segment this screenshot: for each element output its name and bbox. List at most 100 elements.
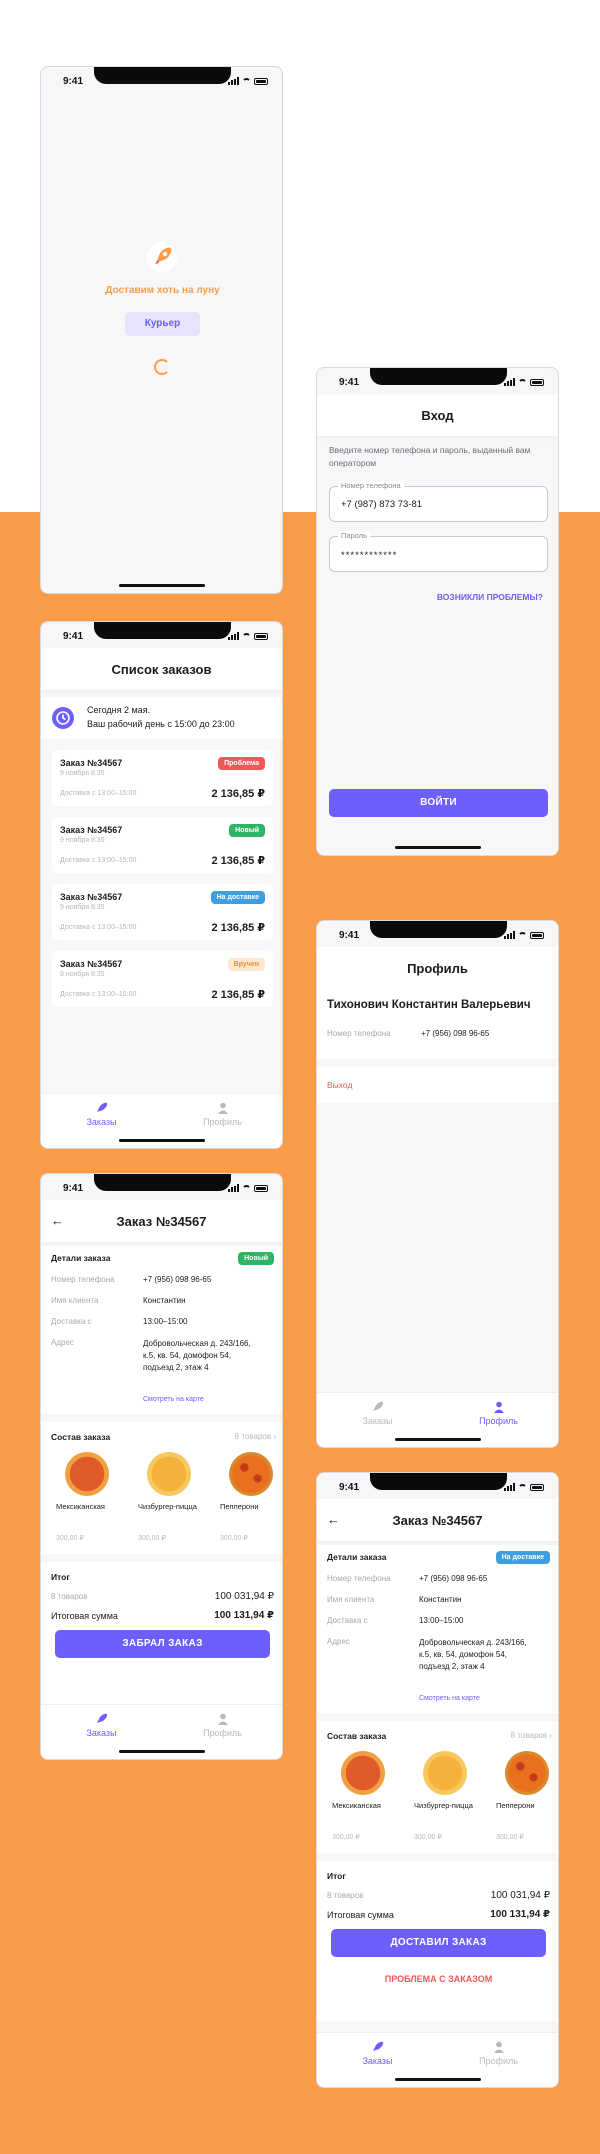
phone-order-detail-delivery: 9:41 ← Заказ №34567 Детали заказа На дос… — [316, 1472, 559, 2088]
client-value: Константин — [419, 1595, 462, 1604]
items-count: 8 товаров — [234, 1432, 272, 1441]
page-title: Вход — [317, 394, 558, 436]
items-count-link[interactable]: 8 товаров › — [511, 1731, 552, 1740]
profile-phone-value: +7 (956) 098 96-65 — [421, 1029, 490, 1038]
tab-orders[interactable]: Заказы — [41, 1102, 162, 1127]
phone-value[interactable]: +7 (956) 098 96-65 — [419, 1574, 487, 1583]
tab-profile[interactable]: Профиль — [438, 2041, 558, 2066]
home-indicator — [394, 846, 481, 849]
subtotal-value: 100 031,94 ₽ — [214, 1591, 274, 1602]
tab-profile[interactable]: Профиль — [438, 1401, 558, 1426]
phone-profile: 9:41 Профиль Тихонович Константин Валерь… — [316, 920, 559, 1448]
order-card[interactable]: Заказ №34567 9 ноября 8:35 Доставка с 13:0… — [52, 951, 273, 1007]
order-price: 2 136,85 ₽ — [211, 922, 265, 934]
phone-order-detail-new: 9:41 ← Заказ №34567 Детали заказа Новый … — [40, 1173, 283, 1760]
back-arrow-icon[interactable]: ← — [51, 1213, 64, 1228]
product-tile[interactable]: Пепперони 300,00 ₽ — [213, 1446, 282, 1550]
order-slot: Доставка с 13:00–15:00 — [60, 857, 137, 864]
delivered-button[interactable]: ДОСТАВИЛ ЗАКАЗ — [331, 1929, 546, 1957]
product-tile[interactable]: Чизбургер-пицца 300,00 ₽ — [131, 1446, 207, 1550]
tab-profile-label: Профиль — [479, 2056, 518, 2066]
details-heading: Детали заказа — [327, 1552, 387, 1562]
tab-profile[interactable]: Профиль — [162, 1102, 282, 1127]
status-badge: Новый — [229, 824, 265, 837]
product-tile[interactable]: Мексиканская 300,00 ₽ — [49, 1446, 125, 1550]
role-chip[interactable]: Курьер — [125, 312, 200, 336]
items-card: Состав заказа 8 товаров › Мексиканская 30… — [41, 1422, 282, 1554]
page-title: Заказ №34567 — [116, 1213, 207, 1229]
wifi-icon — [242, 632, 251, 640]
order-price: 2 136,85 ₽ — [211, 989, 265, 1001]
product-name: Чизбургер-пицца — [414, 1801, 473, 1810]
battery-icon — [530, 378, 544, 386]
status-badge: На доставке — [210, 891, 265, 904]
order-card[interactable]: Заказ №34567 9 ноября 8:35 Доставка с 13:0… — [52, 884, 273, 940]
rocket-icon — [95, 1713, 109, 1725]
address-label: Адрес — [327, 1637, 350, 1646]
product-name: Мексиканская — [56, 1502, 105, 1511]
tab-orders[interactable]: Заказы — [317, 2041, 438, 2066]
map-link[interactable]: Смотреть на карте — [419, 1695, 480, 1702]
user-icon — [216, 1102, 230, 1114]
rocket-icon — [95, 1102, 109, 1114]
status-badge: Новый — [238, 1252, 274, 1265]
tab-orders-label: Заказы — [86, 1728, 117, 1738]
status-time: 9:41 — [339, 1482, 360, 1493]
details-heading: Детали заказа — [51, 1253, 111, 1263]
total-card: Итог 8 товаров 100 031,94 ₽ Итоговая сум… — [317, 1861, 558, 2021]
status-time: 9:41 — [63, 1183, 84, 1194]
tab-orders-label: Заказы — [362, 2056, 393, 2066]
picked-up-button[interactable]: ЗАБРАЛ ЗАКАЗ — [55, 1630, 270, 1658]
wifi-icon — [242, 1184, 251, 1192]
tab-orders[interactable]: Заказы — [41, 1713, 162, 1738]
subtotal-value: 100 031,94 ₽ — [490, 1890, 550, 1901]
items-heading: Состав заказа — [327, 1731, 387, 1741]
product-price: 300,00 ₽ — [414, 1834, 442, 1841]
product-tile[interactable]: Чизбургер-пицца 300,00 ₽ — [407, 1745, 483, 1849]
status-badge: Вручен — [227, 958, 265, 971]
home-indicator — [118, 1139, 205, 1142]
login-button[interactable]: ВОЙТИ — [329, 789, 548, 817]
password-field[interactable]: Пароль ************ — [329, 531, 548, 572]
clock-icon — [52, 707, 74, 729]
product-tile[interactable]: Мексиканская 300,00 ₽ — [325, 1745, 401, 1849]
notch — [94, 622, 231, 639]
tab-orders[interactable]: Заказы — [317, 1401, 438, 1426]
phone-value[interactable]: +7 (956) 098 96-65 — [143, 1275, 211, 1284]
logout-row[interactable]: Выход — [317, 1067, 558, 1103]
order-date: 9 ноября 8:35 — [60, 904, 105, 911]
back-arrow-icon[interactable]: ← — [327, 1512, 340, 1527]
home-indicator — [394, 1438, 481, 1441]
order-card[interactable]: Заказ №34567 9 ноября 8:35 Доставка с 13:0… — [52, 817, 273, 873]
rocket-icon — [371, 1401, 385, 1413]
items-count: 8 товаров — [510, 1731, 548, 1740]
slot-label: Доставка с — [51, 1317, 92, 1326]
signal-icon — [228, 632, 239, 640]
workday-banner: Сегодня 2 мая. Ваш рабочий день с 15:00 … — [41, 697, 282, 739]
phone-splash: 9:41 Доставим хоть на луну Курьер — [40, 66, 283, 594]
product-tile[interactable]: Пепперони 300,00 ₽ — [489, 1745, 558, 1849]
battery-icon — [254, 77, 268, 85]
signal-icon — [504, 378, 515, 386]
notch — [370, 921, 507, 938]
items-count-link[interactable]: 8 товаров › — [235, 1432, 276, 1441]
status-time: 9:41 — [339, 930, 360, 941]
problem-button[interactable]: ПРОБЛЕМА С ЗАКАЗОМ — [331, 1967, 546, 1991]
order-card[interactable]: Заказ №34567 9 ноября 8:35 Доставка с 13:0… — [52, 750, 273, 806]
problems-link[interactable]: ВОЗНИКЛИ ПРОБЛЕМЫ? — [437, 592, 543, 602]
order-title: Заказ №34567 — [60, 825, 123, 835]
phone-label: Номер телефона — [51, 1275, 115, 1284]
client-label: Имя клиента — [51, 1296, 99, 1305]
page-title: Список заказов — [41, 648, 282, 690]
phone-field[interactable]: Номер телефона +7 (987) 873 73-81 — [329, 481, 548, 522]
slot-label: Доставка с — [327, 1616, 368, 1625]
order-title: Заказ №34567 — [60, 892, 123, 902]
total-label: Итоговая сумма — [51, 1611, 118, 1621]
tab-profile-label: Профиль — [203, 1117, 242, 1127]
product-price: 300,00 ₽ — [332, 1834, 360, 1841]
user-icon — [492, 2041, 506, 2053]
user-icon — [216, 1713, 230, 1725]
tab-profile[interactable]: Профиль — [162, 1713, 282, 1738]
map-link[interactable]: Смотреть на карте — [143, 1396, 204, 1403]
phone-login: 9:41 Вход Введите номер телефона и парол… — [316, 367, 559, 856]
